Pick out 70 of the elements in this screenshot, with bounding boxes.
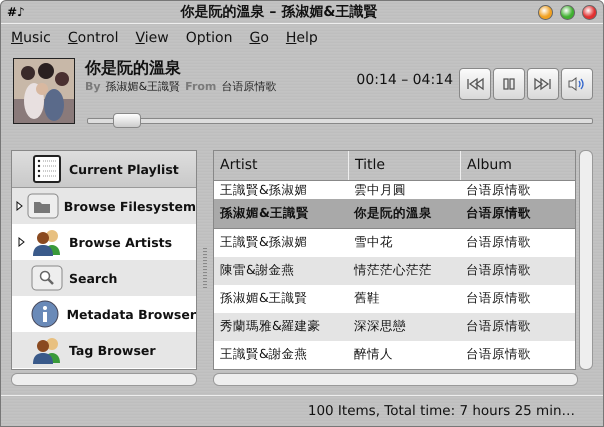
column-header[interactable]: Artist	[214, 151, 348, 180]
table-cell-text: 孫淑媚&王識賢	[219, 205, 310, 222]
song-title: 你是阮的溫泉	[85, 58, 182, 79]
previous-button[interactable]	[459, 68, 491, 100]
column-header[interactable]: Title	[348, 151, 460, 180]
table-row[interactable]: 陳雷&謝金燕 情茫茫心茫茫 台语原情歌	[214, 256, 575, 285]
app-icon: #♪	[7, 5, 27, 19]
table-cell-text: 台语原情歌	[465, 234, 532, 252]
info-icon	[31, 300, 60, 328]
by-label: By	[85, 80, 101, 93]
table-cell-text: 台语原情歌	[465, 290, 532, 308]
from-label: From	[185, 80, 216, 93]
table-cell-text: 台语原情歌	[465, 318, 532, 336]
search-icon	[31, 265, 63, 291]
close-button[interactable]	[582, 4, 597, 20]
table-cell-text: 台语原情歌	[465, 262, 532, 280]
table-row[interactable]: 王識賢&孫淑媚 雲中月圓 台语原情歌	[214, 181, 575, 200]
horizontal-scrollbar[interactable]	[11, 373, 197, 386]
table-cell-text: 情茫茫心茫茫	[352, 262, 433, 280]
time-display: 00:14 – 04:14	[356, 72, 453, 88]
table-row[interactable]: 秀蘭瑪雅&羅建豪 深深思戀 台语原情歌	[214, 312, 575, 341]
minimize-button[interactable]	[538, 4, 553, 20]
artist-name: 孫淑媚&王識賢	[106, 79, 180, 94]
menu-item[interactable]: Help	[286, 30, 318, 46]
album-name: 台语原情歌	[221, 79, 276, 94]
maximize-button[interactable]	[560, 4, 575, 20]
table-cell-text: 秀蘭瑪雅&羅建豪	[219, 318, 322, 336]
table-cell-text: 舊鞋	[353, 290, 381, 308]
horizontal-scrollbar[interactable]	[213, 373, 578, 386]
expander-icon[interactable]	[16, 201, 23, 211]
folder-icon	[26, 193, 59, 219]
menu-item[interactable]: Control	[68, 30, 118, 46]
table-cell-text: 醉情人	[353, 346, 394, 364]
people-icon	[32, 335, 62, 365]
splitter-handle[interactable]	[203, 248, 207, 288]
menu-item[interactable]: Option	[186, 30, 232, 46]
table-row[interactable]: 孫淑媚&王識賢 你是阮的溫泉 台语原情歌	[214, 199, 575, 229]
status-text: 100 Items, Total time: 7 hours 25 min…	[308, 403, 575, 419]
position-slider[interactable]	[87, 113, 593, 128]
table-cell-text: 孫淑媚&王識賢	[219, 290, 309, 308]
next-button[interactable]	[527, 68, 559, 100]
volume-button[interactable]	[561, 68, 593, 100]
sidebar-item[interactable]: Browse Filesystem	[12, 188, 196, 224]
expander-icon[interactable]	[18, 237, 24, 247]
table-cell-text: 王識賢&孫淑媚	[219, 234, 309, 252]
slider-thumb[interactable]	[113, 113, 142, 128]
sidebar-item[interactable]: Search	[12, 260, 196, 296]
sidebar-item[interactable]: Current Playlist	[12, 151, 196, 188]
table-cell-text: 雲中月圓	[353, 182, 407, 200]
table-cell-text: 王識賢&孫淑媚	[219, 182, 309, 200]
sidebar-item[interactable]: Tag Browser	[12, 332, 196, 368]
menu-item[interactable]: Music	[11, 30, 51, 46]
table-cell-text: 王識賢&謝金燕	[219, 346, 309, 364]
window-title: 你是阮的溫泉 – 孫淑媚&王識賢	[179, 3, 378, 21]
pause-button[interactable]	[493, 68, 525, 100]
table-cell-text: 雪中花	[353, 234, 394, 252]
vertical-scrollbar[interactable]	[579, 150, 593, 370]
table-cell-text: 你是阮的溫泉	[352, 205, 433, 222]
next-icon	[533, 76, 553, 92]
list-icon	[33, 155, 61, 183]
table-cell-text: 台语原情歌	[465, 346, 532, 364]
table-cell-text: 深深思戀	[353, 318, 407, 336]
column-header[interactable]: Album	[460, 151, 575, 180]
table-cell-text: 陳雷&謝金燕	[219, 262, 296, 280]
menu-item[interactable]: View	[135, 30, 169, 46]
menu-item[interactable]: Go	[249, 30, 269, 46]
previous-icon	[465, 76, 485, 92]
table-cell-text: 台语原情歌	[465, 182, 532, 200]
people-icon	[32, 227, 62, 257]
table-cell-text: 台语原情歌	[465, 205, 532, 222]
